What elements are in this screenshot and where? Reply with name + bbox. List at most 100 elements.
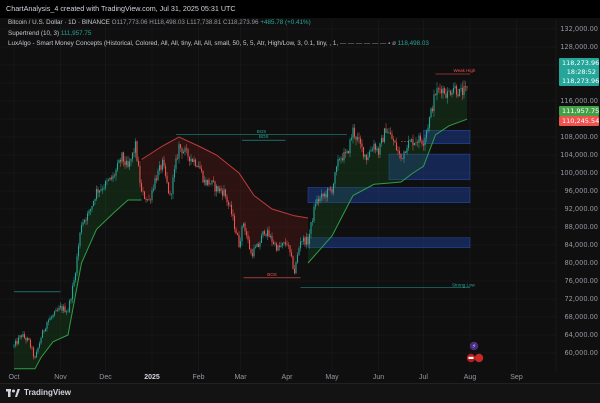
candle-body <box>431 108 434 112</box>
candle-body <box>203 180 206 183</box>
candle-body <box>302 237 305 242</box>
candle-body <box>98 190 101 193</box>
candle-body <box>124 161 126 165</box>
candle-body <box>446 91 449 98</box>
candle-body <box>157 170 159 181</box>
candle-body <box>263 231 266 235</box>
candle-body <box>218 188 221 192</box>
candle-body <box>340 158 342 160</box>
candle-body <box>460 87 462 89</box>
red-level-tag: 110,245.54 <box>559 116 599 126</box>
candle-body <box>209 183 212 185</box>
candle-body <box>289 245 291 253</box>
y-tick-label: 116,000.00 <box>560 97 598 105</box>
uptrend-fill <box>14 147 142 369</box>
smc-value: 118,498.03 <box>397 40 429 47</box>
candle-body <box>146 199 149 201</box>
candle-body <box>206 179 209 185</box>
candle-body <box>88 210 90 214</box>
candle-body <box>58 307 60 311</box>
candle-body <box>347 151 350 154</box>
candle-body <box>154 178 156 189</box>
x-tick-label: Jul <box>419 374 428 381</box>
candle-body <box>377 148 380 155</box>
candle-body <box>380 137 383 144</box>
supertrend-name[interactable]: Supertrend (10, 3) <box>8 30 59 37</box>
candle-body <box>428 117 431 128</box>
candle-body <box>140 183 143 192</box>
x-tick-label: Jun <box>373 374 384 381</box>
candle-body <box>349 139 351 154</box>
structure-label: BOS <box>267 272 277 277</box>
candle-body <box>77 245 80 257</box>
candle-body <box>91 205 93 210</box>
candle-body <box>227 202 230 206</box>
candle-body <box>116 163 119 170</box>
candle-body <box>50 317 53 319</box>
candle-body <box>278 245 281 248</box>
candle-body <box>383 128 386 142</box>
smc-name[interactable]: LuxAlgo - Smart Money Concepts (Historic… <box>8 40 338 47</box>
candle-body <box>19 335 21 338</box>
candle-body <box>425 130 428 138</box>
candle-body <box>434 94 437 96</box>
candle-body <box>337 159 339 167</box>
open-value: O117,773.06 <box>111 19 148 26</box>
candle-body <box>226 196 228 203</box>
candle-body <box>260 235 263 244</box>
candle-body <box>68 300 71 312</box>
x-tick-label: Apr <box>282 374 294 381</box>
candle-body <box>395 142 398 150</box>
change-value: +485.78 (+0.41%) <box>260 19 311 26</box>
candle-body <box>359 138 362 144</box>
candle-body <box>338 159 341 160</box>
candle-body <box>308 233 311 245</box>
candle-body <box>391 134 393 140</box>
y-tick-label: 104,000.00 <box>560 151 598 159</box>
candle-body <box>457 94 459 97</box>
candle-body <box>344 151 347 153</box>
time-axis[interactable]: Oct Nov Dec 2025 Feb Mar Apr May Jun Jul Aug Sep <box>9 374 523 381</box>
candle-body <box>47 320 50 323</box>
candle-body <box>466 86 468 88</box>
candle-body <box>46 322 48 329</box>
candle-body <box>281 243 284 246</box>
candle-body <box>233 215 236 230</box>
candle-body <box>412 139 414 146</box>
candle-body <box>301 241 303 243</box>
candle-body <box>197 166 200 168</box>
candle-body <box>362 146 365 157</box>
candle-body <box>385 128 387 133</box>
candle-body <box>194 159 197 167</box>
candle-body <box>164 166 167 176</box>
legend-supertrend-line[interactable]: Supertrend (10, 3) 111,957.75 <box>8 30 91 37</box>
candle-body <box>82 222 84 226</box>
candle-body <box>401 158 404 160</box>
candle-body <box>421 140 423 144</box>
tradingview-logo[interactable]: TradingView <box>6 388 71 397</box>
candle-body <box>20 335 23 337</box>
candle-body <box>427 127 429 131</box>
flag-stripe-icon <box>468 356 474 359</box>
candle-body <box>392 139 395 141</box>
candle-body <box>52 314 54 318</box>
candle-body <box>407 140 410 149</box>
symbol-name[interactable]: Bitcoin / U.S. Dollar · 1D · BINANCE <box>8 19 110 26</box>
legend-smc-line[interactable]: LuxAlgo - Smart Money Concepts (Historic… <box>8 40 429 47</box>
candle-body <box>188 156 191 162</box>
candle-body <box>343 151 345 161</box>
candle-body <box>92 201 95 206</box>
candle-body <box>53 311 56 315</box>
candle-body <box>244 223 246 232</box>
candle-body <box>389 132 392 135</box>
legend-symbol-line[interactable]: Bitcoin / U.S. Dollar · 1D · BINANCE O11… <box>8 19 311 26</box>
candle-body <box>133 152 135 154</box>
candle-body <box>334 171 336 184</box>
price-chart[interactable]: BOSBOSBOS Weak HighStrong Low 132,000.00… <box>0 0 600 402</box>
candle-body <box>128 161 131 167</box>
y-tick-label: 72,000.00 <box>564 295 598 303</box>
alert-icons[interactable]: ⚡ <box>466 341 484 363</box>
candle-body <box>376 148 378 150</box>
x-tick-label: Oct <box>9 374 20 381</box>
candle-body <box>215 186 218 192</box>
